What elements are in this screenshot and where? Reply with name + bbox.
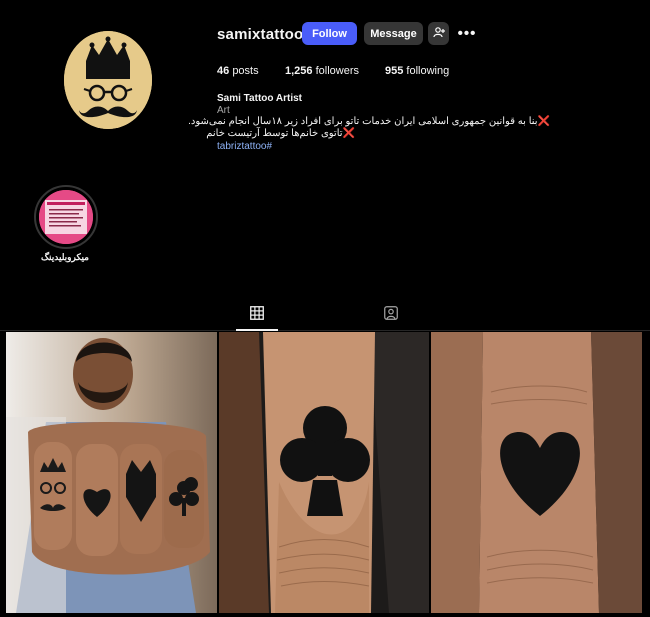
followers-count: 1,256 [285, 65, 313, 77]
cross-mark-icon: ❌ [537, 116, 550, 127]
bio-line: ❌بنا به قوانین جمهوری اسلامی ایران خدمات… [188, 116, 550, 127]
tab-posts[interactable] [236, 306, 278, 331]
category: Art [217, 105, 230, 116]
following-label: following [406, 65, 450, 77]
cross-mark-icon: ❌ [342, 128, 355, 139]
followers-stat[interactable]: 1,256 followers [285, 65, 359, 77]
highlight-label: میکروبلیدینگ [40, 252, 90, 262]
hashtag-link[interactable]: tabriztattoo# [217, 141, 272, 152]
posts-label: posts [232, 65, 259, 77]
following-count: 955 [385, 65, 404, 77]
active-tab-indicator [236, 329, 278, 331]
full-name: Sami Tattoo Artist [217, 93, 303, 104]
bio-text: تاتوی خانم‌ها توسط آرتیست خانم [206, 128, 343, 139]
story-highlight[interactable] [34, 185, 98, 249]
followers-label: followers [315, 65, 359, 77]
message-button[interactable]: Message [364, 22, 423, 45]
posts-stat: 46 posts [217, 65, 259, 77]
grid-icon [250, 306, 264, 331]
bio-text: بنا به قوانین جمهوری اسلامی ایران خدمات … [188, 116, 538, 127]
tagged-icon [384, 306, 398, 326]
profile-avatar[interactable] [64, 31, 152, 129]
following-stat[interactable]: 955 following [385, 65, 449, 77]
highlight-cover [39, 190, 93, 244]
tabs-divider [0, 330, 650, 331]
follow-button[interactable]: Follow [302, 22, 357, 45]
suggest-people-button[interactable] [428, 22, 449, 45]
bio-line: ❌تاتوی خانم‌ها توسط آرتیست خانم [206, 128, 355, 139]
post-thumbnail[interactable] [219, 332, 429, 613]
post-thumbnail[interactable] [6, 332, 217, 613]
username: samixtattoo [217, 26, 304, 43]
tab-tagged[interactable] [381, 306, 401, 326]
person-plus-icon [432, 26, 445, 41]
post-thumbnail[interactable] [431, 332, 642, 613]
posts-count: 46 [217, 65, 230, 77]
more-options-button[interactable]: ••• [457, 22, 477, 45]
